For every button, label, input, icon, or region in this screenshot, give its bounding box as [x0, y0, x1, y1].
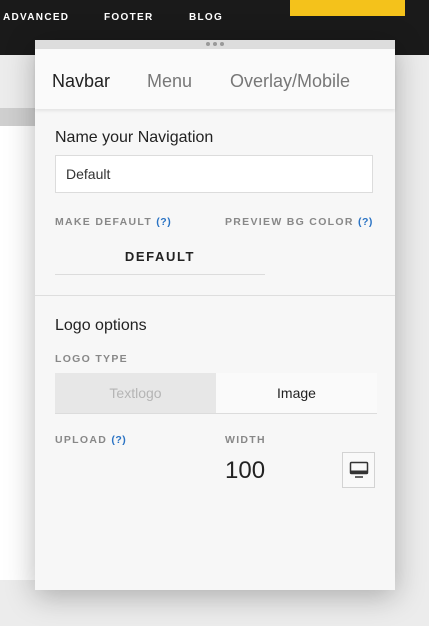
nav-item-blog[interactable]: BLOG: [189, 12, 223, 23]
device-preview-button[interactable]: [342, 452, 375, 488]
tab-navbar[interactable]: Navbar: [52, 71, 110, 92]
panel-tabs: Navbar Menu Overlay/Mobile: [35, 49, 395, 109]
panel-drag-handle[interactable]: [35, 40, 395, 49]
nav-item-footer[interactable]: FOOTER: [104, 12, 153, 23]
upload-label: UPLOAD (?): [55, 434, 126, 446]
preview-bg-color-label: PREVIEW BG COLOR (?): [225, 216, 373, 228]
logo-options-section: Logo options LOGO TYPE Textlogo Image UP…: [35, 296, 395, 589]
make-default-help-link[interactable]: (?): [156, 216, 171, 228]
logo-type-toggle: Textlogo Image: [55, 373, 377, 414]
make-default-button[interactable]: DEFAULT: [55, 239, 265, 275]
navbar-settings-panel: Navbar Menu Overlay/Mobile Name your Nav…: [35, 40, 395, 590]
logo-width-value[interactable]: 100: [225, 457, 265, 485]
drag-dots-icon: [206, 42, 224, 46]
upload-label-text: UPLOAD: [55, 434, 108, 446]
logo-options-heading: Logo options: [55, 317, 147, 334]
navigation-name-section: Name your Navigation MAKE DEFAULT (?) PR…: [35, 109, 395, 296]
nav-item-advanced[interactable]: ADVANCED: [3, 12, 69, 23]
preview-bg-color-label-text: PREVIEW BG COLOR: [225, 216, 354, 228]
header-cta-button[interactable]: [290, 0, 405, 16]
preview-bg-color-help-link[interactable]: (?): [358, 216, 373, 228]
make-default-label: MAKE DEFAULT (?): [55, 216, 171, 228]
navigation-name-input[interactable]: [55, 155, 373, 193]
desktop-monitor-icon: [349, 461, 368, 478]
make-default-label-text: MAKE DEFAULT: [55, 216, 153, 228]
logo-type-textlogo-option[interactable]: Textlogo: [55, 373, 216, 413]
navigation-name-heading: Name your Navigation: [55, 129, 214, 146]
logo-type-label: LOGO TYPE: [55, 353, 128, 365]
upload-help-link[interactable]: (?): [111, 434, 126, 446]
logo-type-image-option[interactable]: Image: [216, 373, 377, 413]
width-label: WIDTH: [225, 434, 266, 446]
tab-overlay-mobile[interactable]: Overlay/Mobile: [230, 71, 350, 92]
tab-menu[interactable]: Menu: [147, 71, 192, 92]
